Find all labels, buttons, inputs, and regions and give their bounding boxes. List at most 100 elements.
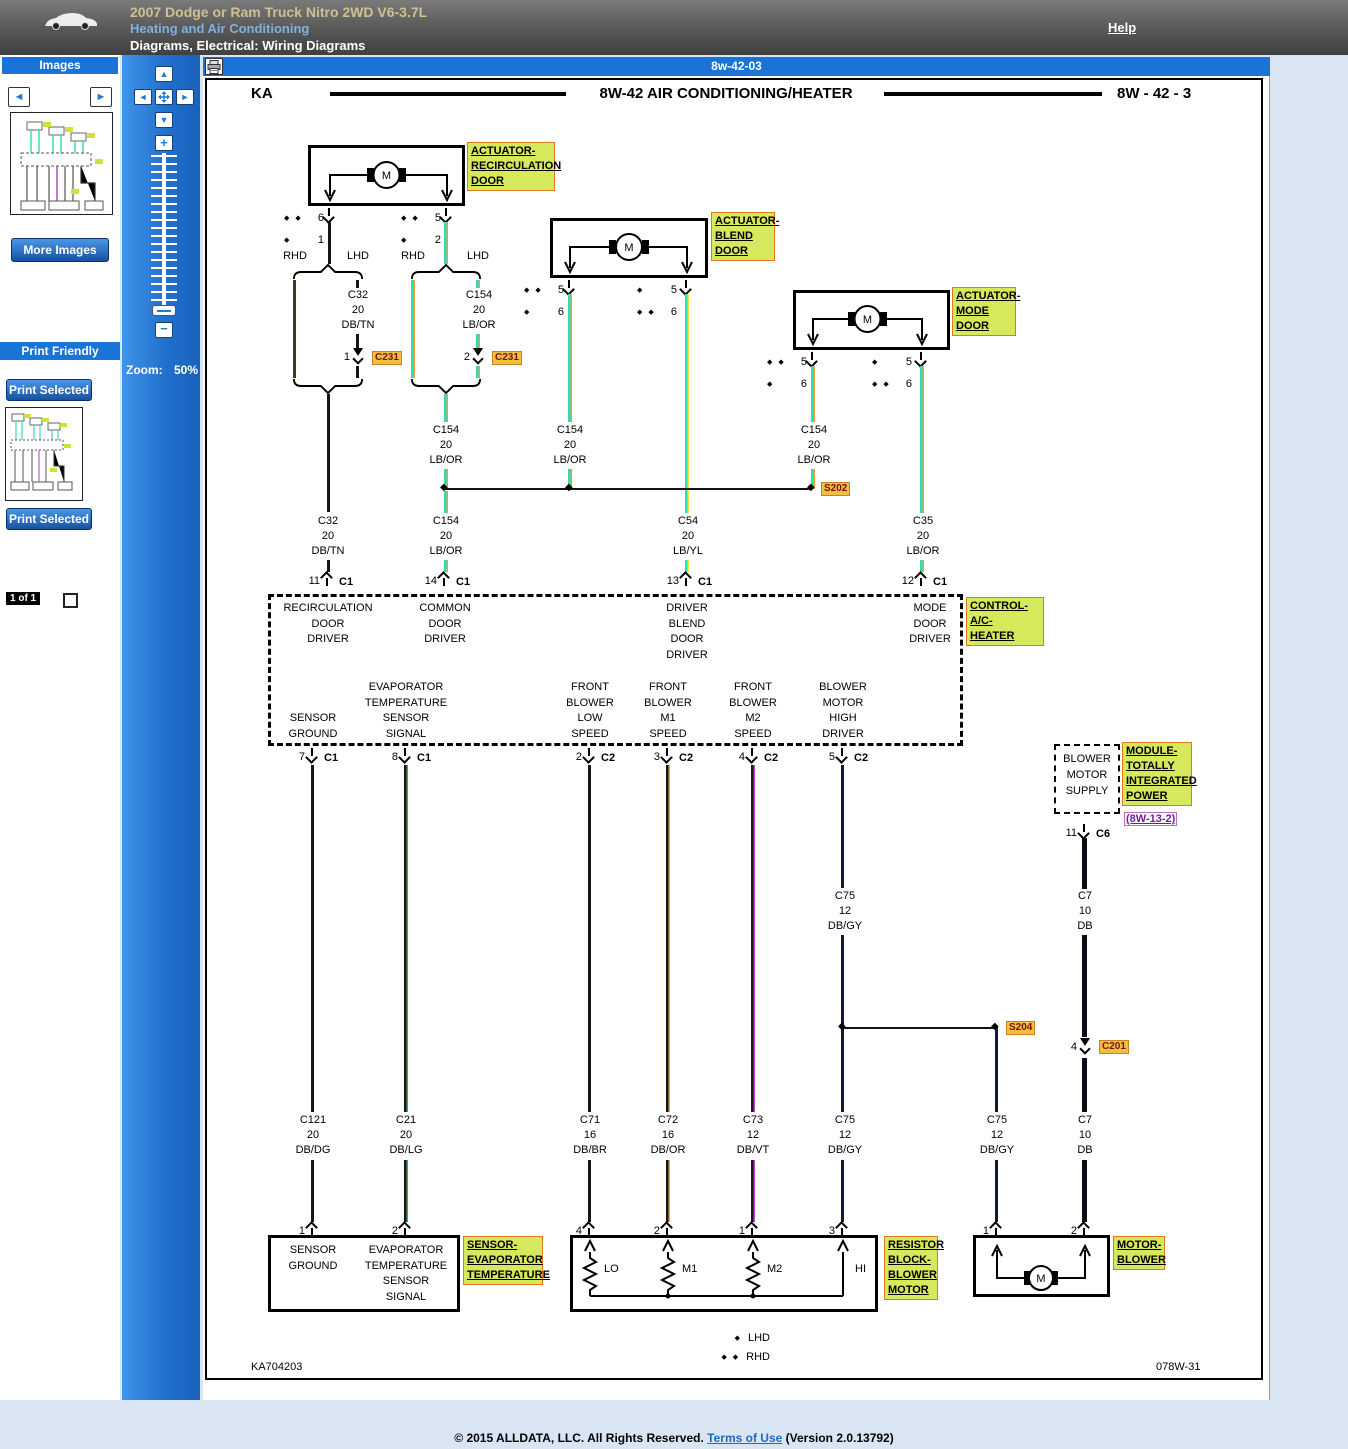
sheet-code-right: 8W - 42 - 3: [1117, 85, 1191, 102]
wire-segment: [476, 280, 480, 288]
callout-motor-blower[interactable]: MOTOR-BLOWER: [1113, 1236, 1165, 1270]
pin-symbol: [438, 572, 450, 586]
image-thumbnail-large[interactable]: [10, 112, 113, 215]
wire-segment: [444, 394, 448, 422]
image-thumbnail-small[interactable]: [5, 407, 83, 501]
pin-symbol: [306, 748, 318, 762]
junction-dot: ◆: [838, 1022, 846, 1032]
callout-resistor-block-blower-motor[interactable]: RESISTORBLOCK-BLOWERMOTOR: [884, 1236, 938, 1300]
system-title: Heating and Air Conditioning: [130, 21, 309, 36]
zoom-slider-handle[interactable]: [152, 305, 176, 316]
zoom-in-button[interactable]: +: [155, 135, 173, 151]
wire-label: C7512DB/GY: [828, 889, 862, 934]
connector-tag-c231[interactable]: C231: [492, 351, 522, 365]
wire-label: C12120DB/DG: [296, 1113, 331, 1158]
wire-segment: [356, 280, 359, 288]
reference-link-8w-13-2[interactable]: (8W-13-2): [1124, 812, 1177, 826]
next-image-button[interactable]: ►: [90, 87, 112, 107]
print-selected-button-bottom[interactable]: Print Selected: [6, 508, 92, 530]
wire-label: C7216DB/OR: [651, 1113, 686, 1158]
zoom-slider-track[interactable]: [162, 153, 166, 313]
motor-blower-box: M: [973, 1235, 1110, 1297]
wire-segment: [920, 366, 924, 513]
wire-segment: [1082, 935, 1087, 1037]
motor-symbol: M: [311, 148, 462, 203]
pin-function: DRIVERBLENDDOORDRIVER: [666, 601, 708, 663]
rhd-label: RHD: [401, 250, 425, 262]
callout-actuator-mode-door[interactable]: ACTUATOR-MODEDOOR: [952, 287, 1016, 336]
pin-symbol: [990, 1222, 1002, 1236]
page-indicator: 1 of 1: [6, 592, 40, 605]
split-brace: [293, 264, 363, 280]
wire-segment: [1082, 838, 1087, 889]
wire-segment: [841, 1029, 844, 1112]
junction-dot: ◆: [440, 483, 448, 493]
splice-line-s202: [444, 488, 812, 490]
splice-line-s204: [842, 1027, 998, 1029]
wire-label: C5420LB/YL: [673, 514, 703, 559]
pin-marks: ◆ ◆5 ◆2: [401, 211, 441, 247]
merge-brace: [293, 378, 363, 394]
wire-label: C710DB: [1077, 889, 1092, 934]
title-rule-right: [884, 92, 1102, 96]
wire-segment: [1082, 1160, 1087, 1222]
merge-brace: [411, 378, 481, 394]
wire-segment: [327, 560, 330, 572]
connector-tag-c201[interactable]: C201: [1099, 1040, 1129, 1054]
wire-label: C710DB: [1077, 1113, 1092, 1158]
pin-symbol: [836, 1222, 848, 1236]
images-panel-title: Images: [2, 57, 118, 74]
help-link[interactable]: Help: [1108, 20, 1136, 35]
wire-label: C7512DB/GY: [980, 1113, 1014, 1158]
pin-symbol: [563, 280, 575, 294]
more-images-button[interactable]: More Images: [11, 238, 109, 262]
pin-marks: ◆ ◆6 ◆1: [284, 211, 324, 247]
pin-symbol: [399, 748, 411, 762]
pin-function: RECIRCULATIONDOORDRIVER: [283, 601, 372, 648]
splice-tag-s204[interactable]: S204: [1006, 1021, 1035, 1035]
pan-center-button[interactable]: [155, 89, 173, 105]
wire-label: C15420LB/OR: [429, 514, 462, 559]
callout-tipm[interactable]: MODULE-TOTALLYINTEGRATEDPOWER: [1122, 742, 1192, 806]
pin-symbol: [746, 1222, 758, 1236]
wire-segment: [404, 1160, 408, 1222]
connector-tag-c231[interactable]: C231: [372, 351, 402, 365]
sheet-code-left: KA: [251, 85, 273, 102]
select-image-checkbox[interactable]: [63, 593, 78, 608]
zoom-out-button[interactable]: −: [155, 322, 173, 338]
images-sidebar: Images ◄ ► More Images Print Friendly Pr…: [0, 55, 120, 1400]
wire-segment: [311, 1160, 314, 1222]
prev-image-button[interactable]: ◄: [8, 87, 30, 107]
callout-actuator-recirculation-door[interactable]: ACTUATOR-RECIRCULATIONDOOR: [467, 142, 555, 191]
splice-tag-s202[interactable]: S202: [821, 482, 850, 496]
wire-segment: [444, 491, 448, 513]
actuator-blend-door-box: M: [550, 218, 708, 278]
wire-segment: [751, 1160, 755, 1222]
pan-left-button[interactable]: ◄: [134, 89, 152, 105]
wire-label: C3220DB/TN: [342, 288, 375, 333]
pin-symbol: [746, 748, 758, 762]
pin-function: FRONTBLOWERM2SPEED: [729, 680, 777, 742]
plate-code-right: 078W-31: [1156, 1361, 1200, 1373]
pan-up-button[interactable]: ▲: [155, 66, 173, 82]
wire-label: C15420LB/OR: [553, 423, 586, 468]
pan-right-button[interactable]: ►: [176, 89, 194, 105]
print-selected-button-top[interactable]: Print Selected: [6, 379, 92, 401]
motor-letter: M: [382, 170, 391, 182]
callout-sensor-evaporator-temperature[interactable]: SENSOR-EVAPORATORTEMPERATURE: [463, 1236, 543, 1285]
viewer-title-bar: 8w-42-03: [203, 57, 1270, 76]
motor-symbol: M: [796, 293, 947, 347]
print-diagram-icon[interactable]: [205, 58, 223, 75]
car-icon: [42, 10, 100, 32]
app-header: 2007 Dodge or Ram Truck Nitro 2WD V6-3.7…: [0, 0, 1348, 55]
callout-actuator-blend-door[interactable]: ACTUATOR-BLENDDOOR: [711, 212, 775, 261]
pin-symbol: [399, 1222, 411, 1236]
wire-segment: [588, 765, 591, 1112]
pan-down-button[interactable]: ▼: [155, 112, 173, 128]
callout-control-ac-heater[interactable]: CONTROL-A/C-HEATER: [966, 597, 1044, 646]
resistor-label-lo: LO: [604, 1263, 619, 1275]
pin-symbol: [583, 748, 595, 762]
tipm-function: BLOWERMOTORSUPPLY: [1063, 751, 1111, 799]
box-label: EVAPORATORTEMPERATURESENSORSIGNAL: [365, 1243, 447, 1305]
terms-of-use-link[interactable]: Terms of Use: [707, 1431, 782, 1445]
